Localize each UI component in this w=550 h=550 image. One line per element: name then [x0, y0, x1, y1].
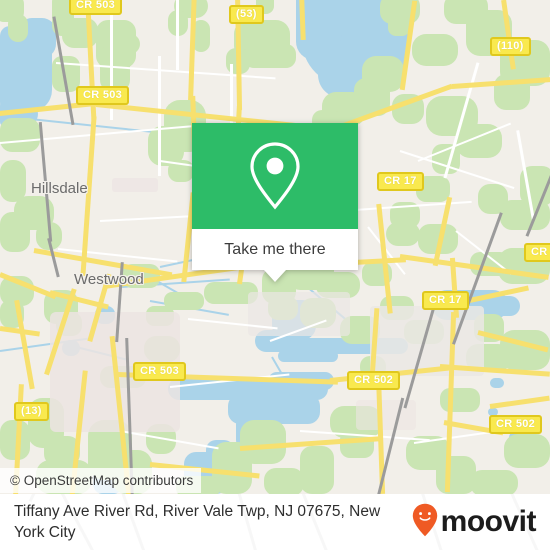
route-shield[interactable]: (53) — [229, 5, 264, 24]
map-pin-icon — [246, 140, 304, 212]
route-shield[interactable]: (110) — [490, 37, 531, 56]
popup-header — [192, 123, 358, 229]
take-me-there-label: Take me there — [224, 240, 326, 258]
route-shield[interactable]: CR 17 — [422, 291, 469, 310]
moovit-brand[interactable]: moovit — [412, 503, 537, 542]
footer-bar: Tiffany Ave River Rd, River Vale Twp, NJ… — [0, 494, 550, 550]
moovit-wordmark: moovit — [440, 505, 537, 538]
map-screenshot-root: Hillsdale Westwood CR 503 (53) (110) CR … — [0, 0, 550, 550]
osm-attribution-text: © OpenStreetMap contributors — [10, 473, 194, 488]
route-shield[interactable]: CR 502 — [347, 371, 401, 390]
take-me-there-button[interactable]: Take me there — [192, 229, 358, 270]
address-label: Tiffany Ave River Rd, River Vale Twp, NJ… — [14, 503, 381, 541]
route-shield[interactable]: CR 503 — [76, 86, 130, 105]
route-shield[interactable]: (13) — [14, 402, 49, 421]
osm-attribution[interactable]: © OpenStreetMap contributors — [0, 468, 202, 493]
route-shield[interactable]: CR 17 — [377, 172, 424, 191]
location-popup-card[interactable]: Take me there — [192, 123, 358, 282]
map-canvas[interactable]: Hillsdale Westwood CR 503 (53) (110) CR … — [0, 0, 550, 494]
route-shield[interactable]: CR 503 — [133, 362, 187, 381]
place-label-westwood: Westwood — [74, 271, 144, 288]
route-shield[interactable]: CR 502 — [489, 415, 543, 434]
popup-pointer-tail — [264, 270, 286, 282]
route-shield[interactable]: CR — [524, 243, 550, 262]
place-label-hillsdale: Hillsdale — [31, 180, 88, 197]
moovit-smiley-pin-icon — [412, 503, 438, 542]
route-shield[interactable]: CR 503 — [69, 0, 123, 15]
